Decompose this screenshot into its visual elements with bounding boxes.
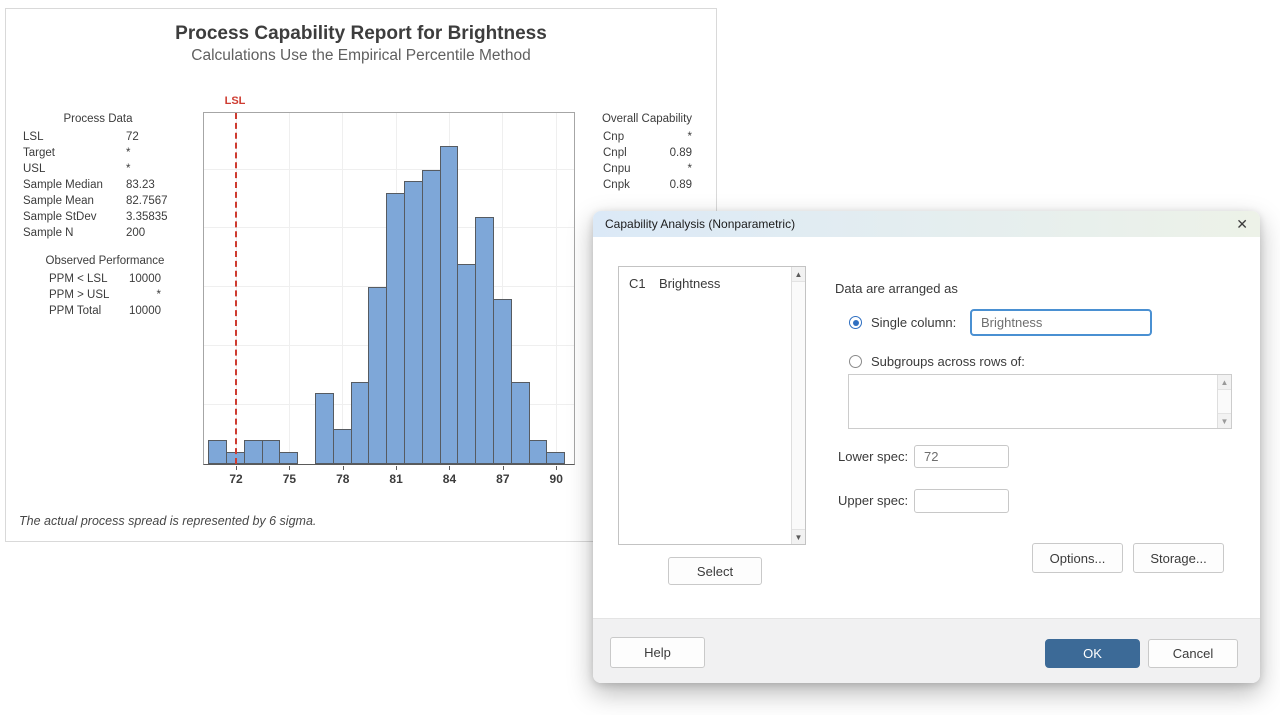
column-listbox[interactable]: C1Brightness ▲ ▼ (618, 266, 806, 545)
histogram-bar (546, 452, 565, 464)
axis-tick (396, 466, 397, 470)
observed-performance-title: Observed Performance (39, 253, 171, 269)
axis-tick-label: 72 (219, 472, 253, 486)
axis-tick-label: 81 (379, 472, 413, 486)
axis-tick-label: 90 (539, 472, 573, 486)
stat-row: PPM > USL* (39, 287, 171, 303)
list-item[interactable]: C1Brightness (619, 267, 805, 291)
subgroups-input[interactable]: ▲ ▼ (848, 374, 1232, 429)
observed-performance-table: Observed Performance PPM < LSL10000PPM >… (39, 253, 171, 319)
histogram-plot (203, 112, 575, 465)
process-data-title: Process Data (23, 111, 173, 127)
histogram-bar (457, 264, 476, 464)
histogram-bar (493, 299, 512, 464)
sigma-footnote: The actual process spread is represented… (19, 514, 316, 528)
single-column-radio[interactable] (849, 316, 862, 329)
upper-spec-input[interactable] (914, 489, 1009, 513)
lower-spec-input[interactable]: 72 (914, 445, 1009, 468)
single-column-input[interactable]: Brightness (970, 309, 1152, 336)
stat-row: Sample Median83.23 (23, 177, 173, 193)
subgroups-label: Subgroups across rows of: (871, 354, 1025, 369)
lower-spec-label: Lower spec: (838, 449, 908, 464)
stat-row: Cnpl0.89 (594, 145, 700, 161)
stat-row: Sample N200 (23, 225, 173, 241)
overall-capability-title: Overall Capability (594, 111, 700, 127)
gridline (556, 113, 557, 464)
scroll-up-icon[interactable]: ▲ (1218, 375, 1231, 390)
axis-tick (343, 466, 344, 470)
column-id: C1 (629, 276, 659, 291)
histogram-bar (386, 193, 405, 464)
histogram-bar (529, 440, 547, 464)
stat-row: Cnp* (594, 129, 700, 145)
axis-tick-label: 87 (486, 472, 520, 486)
gridline (204, 169, 574, 170)
stat-row: PPM < LSL10000 (39, 271, 171, 287)
data-arranged-label: Data are arranged as (835, 281, 958, 296)
gridline (289, 113, 290, 464)
histogram-chart: LSL 72 75 78 81 84 87 90 (203, 95, 575, 489)
ok-button[interactable]: OK (1045, 639, 1140, 668)
stat-row: Sample Mean82.7567 (23, 193, 173, 209)
stat-row: Cnpu* (594, 161, 700, 177)
axis-tick (503, 466, 504, 470)
overall-capability-table: Overall Capability Cnp*Cnpl0.89Cnpu*Cnpk… (594, 111, 700, 193)
histogram-bar (368, 287, 387, 464)
histogram-bar (511, 382, 530, 464)
dialog-titlebar: Capability Analysis (Nonparametric) ✕ (593, 211, 1260, 237)
listbox-scrollbar[interactable]: ▲ ▼ (791, 267, 805, 544)
stat-row: LSL72 (23, 129, 173, 145)
subgroups-scrollbar[interactable]: ▲ ▼ (1217, 375, 1231, 428)
lsl-reference-label: LSL (220, 95, 250, 107)
process-data-table: Process Data LSL72Target*USL*Sample Medi… (23, 111, 173, 241)
axis-tick (236, 466, 237, 470)
dialog-title: Capability Analysis (Nonparametric) (605, 217, 795, 231)
histogram-bar (440, 146, 458, 464)
histogram-bar (208, 440, 227, 464)
report-title: Process Capability Report for Brightness (6, 23, 716, 45)
histogram-bar (279, 452, 298, 464)
histogram-bar (244, 440, 263, 464)
upper-spec-label: Upper spec: (838, 493, 908, 508)
scroll-down-icon[interactable]: ▼ (792, 529, 805, 544)
axis-tick-label: 84 (432, 472, 466, 486)
histogram-bar (262, 440, 280, 464)
histogram-bar (315, 393, 334, 464)
lsl-reference-line (235, 113, 237, 464)
process-data-rows: LSL72Target*USL*Sample Median83.23Sample… (23, 129, 173, 241)
gridline (342, 113, 343, 464)
stat-row: Target* (23, 145, 173, 161)
close-icon[interactable]: ✕ (1236, 217, 1248, 231)
axis-tick (556, 466, 557, 470)
axis-tick (289, 466, 290, 470)
axis-tick-label: 75 (272, 472, 306, 486)
scroll-up-icon[interactable]: ▲ (792, 267, 805, 282)
axis-tick (449, 466, 450, 470)
options-button[interactable]: Options... (1032, 543, 1123, 573)
subgroups-radio[interactable] (849, 355, 862, 368)
storage-button[interactable]: Storage... (1133, 543, 1224, 573)
stat-row: PPM Total10000 (39, 303, 171, 319)
histogram-bar (404, 181, 423, 464)
histogram-bar (333, 429, 352, 464)
stat-row: USL* (23, 161, 173, 177)
stat-row: Cnpk0.89 (594, 177, 700, 193)
report-subtitle: Calculations Use the Empirical Percentil… (6, 47, 716, 65)
scroll-down-icon[interactable]: ▼ (1218, 413, 1231, 428)
select-button[interactable]: Select (668, 557, 762, 585)
histogram-bar (422, 170, 441, 464)
help-button[interactable]: Help (610, 637, 705, 668)
histogram-bar (351, 382, 369, 464)
histogram-bar (475, 217, 494, 464)
capability-analysis-dialog: Capability Analysis (Nonparametric) ✕ C1… (593, 211, 1260, 683)
stat-row: Sample StDev3.35835 (23, 209, 173, 225)
overall-capability-rows: Cnp*Cnpl0.89Cnpu*Cnpk0.89 (594, 129, 700, 193)
single-column-label: Single column: (871, 315, 956, 330)
axis-tick-label: 78 (326, 472, 360, 486)
observed-performance-rows: PPM < LSL10000PPM > USL*PPM Total10000 (39, 271, 171, 319)
column-name: Brightness (659, 276, 720, 291)
cancel-button[interactable]: Cancel (1148, 639, 1238, 668)
